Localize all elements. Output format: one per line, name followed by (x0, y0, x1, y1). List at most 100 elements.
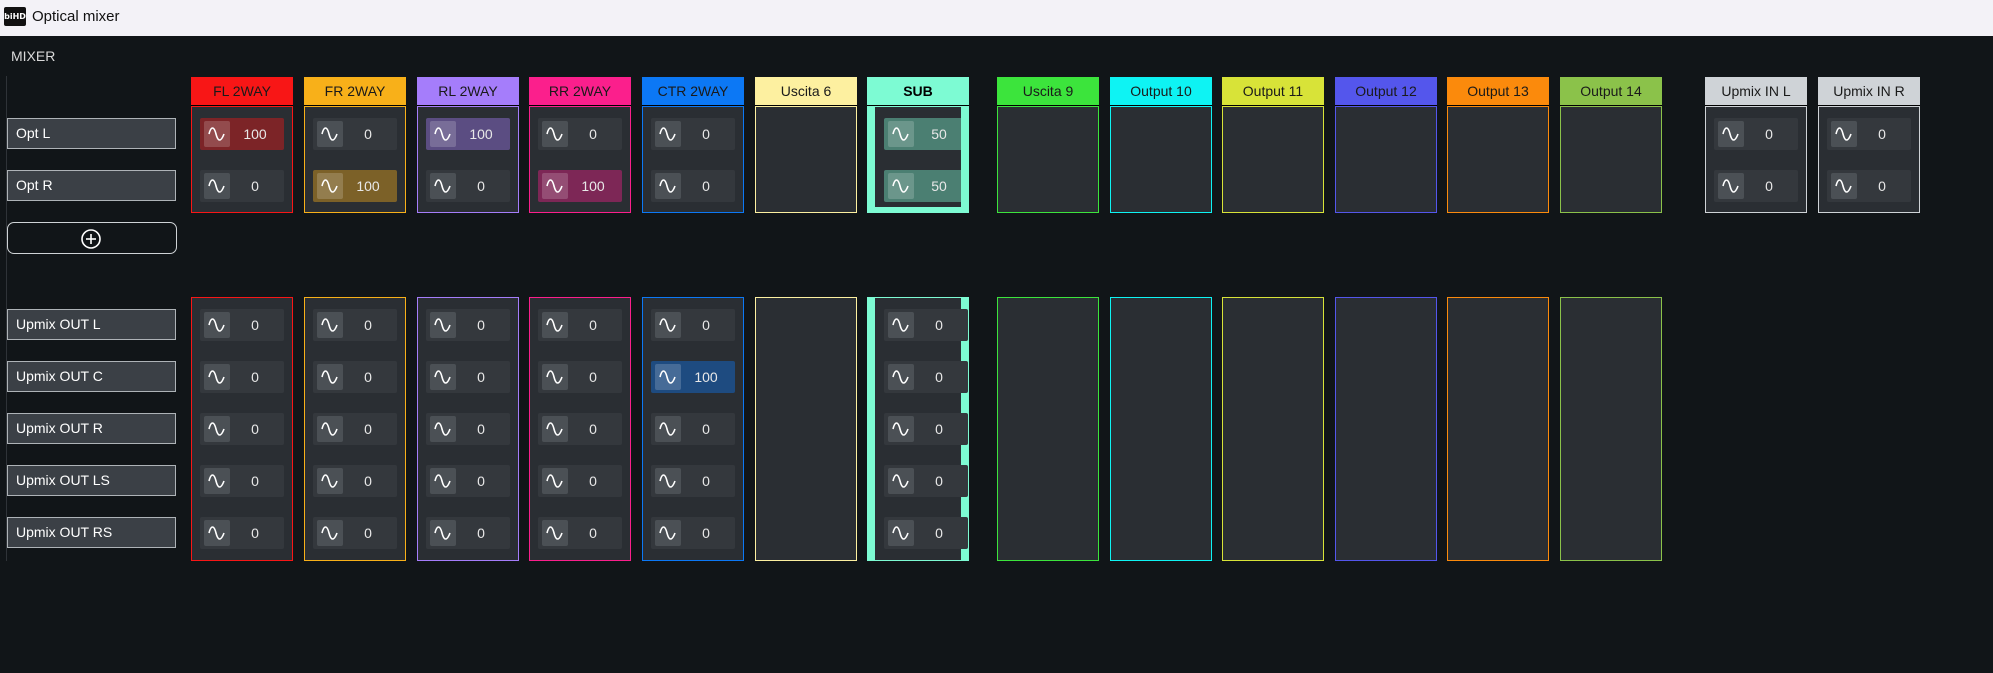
output-channel-header[interactable]: Output 14 (1560, 77, 1662, 106)
gain-value[interactable]: 0 (568, 473, 622, 489)
output-channel-header[interactable]: Output 10 (1110, 77, 1212, 106)
waveform-toggle-button[interactable] (655, 520, 681, 546)
waveform-toggle-button[interactable] (317, 312, 343, 338)
gain-value[interactable]: 0 (230, 317, 284, 333)
upmix-output-label[interactable]: Upmix OUT LS (7, 465, 176, 496)
gain-cell[interactable]: 0 (884, 413, 968, 445)
waveform-toggle-button[interactable] (888, 468, 914, 494)
gain-value[interactable]: 100 (230, 126, 284, 142)
gain-cell[interactable]: 0 (538, 413, 622, 445)
waveform-toggle-button[interactable] (430, 173, 456, 199)
waveform-toggle-button[interactable] (430, 468, 456, 494)
gain-value[interactable]: 50 (914, 178, 968, 194)
output-channel-header[interactable]: Uscita 6 (755, 77, 857, 106)
output-channel-header[interactable]: FR 2WAY (304, 77, 406, 106)
gain-value[interactable]: 0 (681, 178, 735, 194)
gain-cell[interactable]: 0 (884, 309, 968, 341)
output-channel-header[interactable]: Output 13 (1447, 77, 1549, 106)
gain-cell[interactable]: 0 (1714, 170, 1798, 202)
waveform-toggle-button[interactable] (317, 468, 343, 494)
output-channel-header[interactable]: Output 11 (1222, 77, 1324, 106)
gain-cell[interactable]: 0 (538, 361, 622, 393)
gain-cell[interactable]: 0 (538, 517, 622, 549)
waveform-toggle-button[interactable] (655, 121, 681, 147)
output-channel-header[interactable]: Upmix IN L (1705, 77, 1807, 106)
gain-value[interactable]: 0 (343, 421, 397, 437)
gain-cell[interactable]: 0 (884, 465, 968, 497)
gain-cell[interactable]: 100 (313, 170, 397, 202)
gain-cell[interactable]: 0 (538, 118, 622, 150)
gain-cell[interactable]: 0 (313, 309, 397, 341)
gain-value[interactable]: 0 (1857, 178, 1911, 194)
gain-cell[interactable]: 50 (884, 170, 968, 202)
waveform-toggle-button[interactable] (655, 364, 681, 390)
gain-cell[interactable]: 0 (884, 361, 968, 393)
gain-cell[interactable]: 50 (884, 118, 968, 150)
gain-value[interactable]: 100 (568, 178, 622, 194)
gain-cell[interactable]: 0 (200, 413, 284, 445)
gain-cell[interactable]: 100 (651, 361, 735, 393)
gain-value[interactable]: 100 (456, 126, 510, 142)
gain-value[interactable]: 100 (681, 369, 735, 385)
gain-value[interactable]: 0 (568, 317, 622, 333)
waveform-toggle-button[interactable] (655, 173, 681, 199)
gain-cell[interactable]: 0 (538, 465, 622, 497)
waveform-toggle-button[interactable] (888, 416, 914, 442)
gain-cell[interactable]: 0 (426, 170, 510, 202)
gain-value[interactable]: 0 (568, 126, 622, 142)
gain-cell[interactable]: 0 (1827, 170, 1911, 202)
input-label[interactable]: Opt L (7, 118, 176, 149)
gain-cell[interactable]: 0 (200, 309, 284, 341)
gain-cell[interactable]: 0 (426, 361, 510, 393)
waveform-toggle-button[interactable] (655, 312, 681, 338)
gain-value[interactable]: 0 (456, 317, 510, 333)
waveform-toggle-button[interactable] (204, 121, 230, 147)
waveform-toggle-button[interactable] (1718, 121, 1744, 147)
gain-cell[interactable]: 0 (651, 465, 735, 497)
gain-value[interactable]: 0 (343, 525, 397, 541)
gain-cell[interactable]: 0 (313, 118, 397, 150)
gain-value[interactable]: 0 (914, 421, 968, 437)
gain-cell[interactable]: 0 (200, 517, 284, 549)
waveform-toggle-button[interactable] (317, 121, 343, 147)
gain-value[interactable]: 100 (343, 178, 397, 194)
waveform-toggle-button[interactable] (542, 121, 568, 147)
waveform-toggle-button[interactable] (204, 312, 230, 338)
gain-cell[interactable]: 0 (313, 413, 397, 445)
upmix-output-label[interactable]: Upmix OUT RS (7, 517, 176, 548)
upmix-output-label[interactable]: Upmix OUT C (7, 361, 176, 392)
add-input-button[interactable] (7, 222, 177, 254)
gain-cell[interactable]: 0 (426, 309, 510, 341)
gain-cell[interactable]: 0 (1827, 118, 1911, 150)
waveform-toggle-button[interactable] (1718, 173, 1744, 199)
gain-cell[interactable]: 0 (200, 465, 284, 497)
waveform-toggle-button[interactable] (317, 520, 343, 546)
gain-value[interactable]: 0 (1857, 126, 1911, 142)
gain-value[interactable]: 50 (914, 126, 968, 142)
gain-value[interactable]: 0 (343, 473, 397, 489)
output-channel-header[interactable]: SUB (867, 77, 969, 106)
gain-cell[interactable]: 100 (538, 170, 622, 202)
gain-value[interactable]: 0 (230, 178, 284, 194)
gain-value[interactable]: 0 (343, 126, 397, 142)
waveform-toggle-button[interactable] (542, 364, 568, 390)
gain-cell[interactable]: 0 (200, 170, 284, 202)
gain-value[interactable]: 0 (568, 525, 622, 541)
gain-value[interactable]: 0 (568, 421, 622, 437)
gain-value[interactable]: 0 (230, 525, 284, 541)
gain-value[interactable]: 0 (681, 421, 735, 437)
waveform-toggle-button[interactable] (430, 364, 456, 390)
waveform-toggle-button[interactable] (204, 364, 230, 390)
gain-value[interactable]: 0 (914, 369, 968, 385)
gain-value[interactable]: 0 (230, 473, 284, 489)
output-channel-header[interactable]: CTR 2WAY (642, 77, 744, 106)
waveform-toggle-button[interactable] (655, 468, 681, 494)
waveform-toggle-button[interactable] (888, 121, 914, 147)
gain-cell[interactable]: 100 (200, 118, 284, 150)
gain-value[interactable]: 0 (230, 421, 284, 437)
gain-cell[interactable]: 0 (426, 517, 510, 549)
waveform-toggle-button[interactable] (1831, 173, 1857, 199)
gain-cell[interactable]: 0 (313, 361, 397, 393)
gain-value[interactable]: 0 (456, 473, 510, 489)
input-label[interactable]: Opt R (7, 170, 176, 201)
